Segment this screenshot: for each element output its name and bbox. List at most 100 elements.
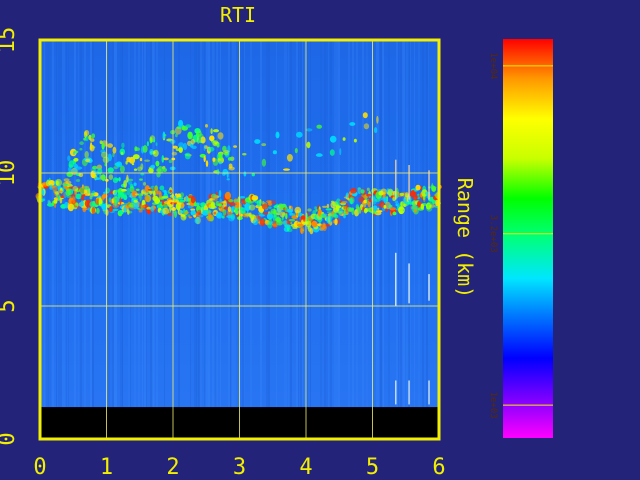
x-axis: 0 1 2 3 4 5 6 xyxy=(33,455,445,480)
echo-mark xyxy=(75,202,78,206)
echo-mark xyxy=(420,203,425,210)
echo-mark xyxy=(278,220,281,224)
echo-mark xyxy=(58,190,64,193)
echo-mark xyxy=(129,184,134,189)
echo-mark xyxy=(221,215,225,219)
echo-mark xyxy=(387,188,394,196)
echo-mark xyxy=(65,189,71,196)
echo-mark xyxy=(164,190,167,196)
echo-mark xyxy=(101,174,106,182)
echo-mark xyxy=(184,211,190,214)
echo-mark xyxy=(197,209,202,215)
background-stripe xyxy=(310,40,311,439)
echo-mark xyxy=(190,138,195,145)
echo-mark xyxy=(123,180,127,188)
echo-mark xyxy=(294,148,298,154)
background-stripe xyxy=(362,40,364,439)
echo-mark xyxy=(150,164,156,169)
plot-area xyxy=(35,38,442,441)
background-stripe xyxy=(402,40,405,439)
echo-mark xyxy=(288,218,296,222)
echo-mark xyxy=(261,143,267,147)
echo-mark xyxy=(123,195,128,201)
echo-mark xyxy=(303,219,306,222)
echo-mark xyxy=(171,207,176,211)
echo-mark xyxy=(322,205,328,208)
echo-mark xyxy=(380,201,385,204)
chart-title: RTI xyxy=(220,3,256,27)
echo-mark xyxy=(45,186,48,189)
echo-mark xyxy=(203,155,206,163)
background-stripe xyxy=(58,40,60,439)
echo-mark xyxy=(213,211,217,215)
background-stripe xyxy=(410,40,411,439)
background-stripe xyxy=(56,40,57,439)
echo-mark xyxy=(203,144,206,152)
echo-mark xyxy=(79,147,83,151)
echo-mark xyxy=(187,131,193,140)
echo-mark xyxy=(107,153,112,162)
background-stripe xyxy=(228,40,230,439)
echo-mark xyxy=(158,192,162,199)
background-stripe xyxy=(156,40,158,439)
echo-mark xyxy=(133,168,138,171)
echo-mark xyxy=(146,141,149,147)
echo-mark xyxy=(194,217,200,224)
echo-mark xyxy=(87,187,91,194)
echo-mark xyxy=(198,214,204,218)
echo-mark xyxy=(119,197,122,205)
echo-mark xyxy=(412,205,419,210)
echo-mark xyxy=(349,122,356,126)
background-stripe xyxy=(418,40,420,439)
echo-mark xyxy=(91,133,96,139)
echo-mark xyxy=(120,151,124,155)
echo-mark xyxy=(82,208,89,211)
echo-mark xyxy=(169,203,172,212)
echo-mark xyxy=(399,192,405,197)
echo-mark xyxy=(65,180,72,185)
echo-mark xyxy=(191,145,197,150)
background-stripe xyxy=(324,40,326,439)
background-stripe xyxy=(78,40,79,439)
background-stripe xyxy=(268,40,270,439)
background-stripe xyxy=(220,40,221,439)
echo-mark xyxy=(311,220,318,228)
echo-mark xyxy=(336,205,342,209)
echo-mark xyxy=(223,150,230,154)
echo-mark xyxy=(142,145,148,153)
echo-mark xyxy=(90,138,95,142)
echo-mark xyxy=(144,192,149,196)
echo-mark xyxy=(178,210,184,214)
background-stripe xyxy=(244,40,245,439)
echo-mark xyxy=(218,152,223,159)
echo-mark xyxy=(342,137,346,141)
echo-mark xyxy=(162,168,168,172)
echo-mark xyxy=(216,143,220,148)
echo-mark xyxy=(105,187,111,194)
background-stripe xyxy=(208,40,210,439)
echo-mark xyxy=(353,138,357,143)
echo-mark xyxy=(92,165,98,170)
echo-mark xyxy=(217,168,220,175)
echo-mark xyxy=(314,206,317,210)
echo-mark xyxy=(212,157,216,162)
echo-mark xyxy=(54,203,57,208)
echo-mark xyxy=(95,204,98,208)
background-stripe xyxy=(154,40,155,439)
background-stripe xyxy=(328,40,329,439)
echo-mark xyxy=(84,151,89,159)
echo-mark xyxy=(388,204,393,208)
background-stripe xyxy=(234,40,236,439)
y-axis-label: Range (km) xyxy=(453,178,477,298)
echo-mark xyxy=(131,163,135,166)
echo-mark xyxy=(205,160,209,168)
background-stripe xyxy=(48,40,51,439)
echo-mark xyxy=(101,142,105,150)
echo-mark xyxy=(229,202,236,206)
echo-mark xyxy=(73,157,79,162)
echo-mark xyxy=(394,200,399,204)
echo-mark xyxy=(296,212,299,216)
echo-mark xyxy=(152,149,159,157)
echo-mark xyxy=(84,186,88,190)
x-tick-label: 5 xyxy=(366,455,379,480)
